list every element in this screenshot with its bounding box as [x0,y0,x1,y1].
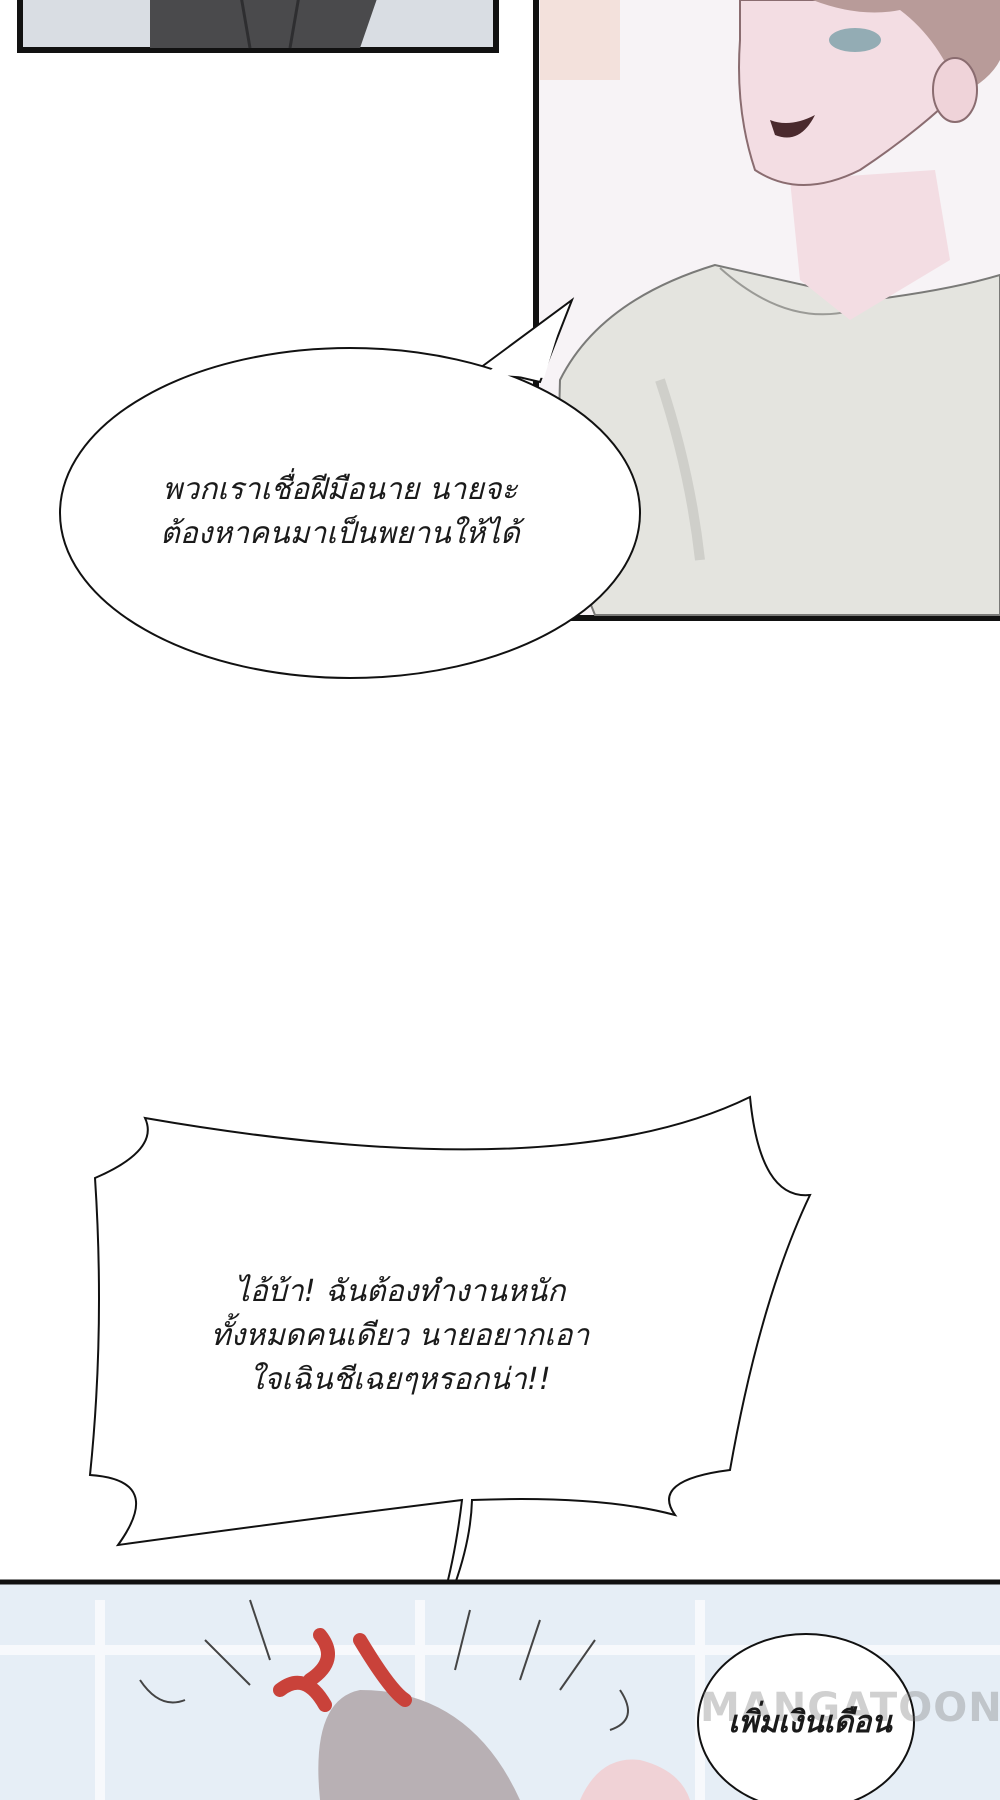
speech-bubble-3-line-1: เพิ่มเงินเดือน [728,1705,892,1740]
speech-bubble-1-line-1: พวกเราเชื่อฝีมือนาย นายจะ [162,472,518,507]
speech-bubble-1-text: พวกเราเชื่อฝีมือนาย นายจะ ต้องหาคนมาเป็น… [120,468,560,556]
speech-bubble-3-text: เพิ่มเงินเดือน [690,1703,930,1743]
comic-page-art [0,0,1000,1800]
character-eye [829,28,881,52]
speech-bubble-2-line-2: ทั้งหมดคนเดียว นายอยากเอา [210,1318,590,1353]
speech-bubble-2-line-3: ใจเฉินชีเฉยๆหรอกน่า!! [249,1362,551,1397]
speech-bubble-1-line-2: ต้องหาคนมาเป็นพยานให้ได้ [160,516,520,551]
panel-top-left [17,0,499,53]
speech-bubble-2-line-1: ไอ้บ้า! ฉันต้องทำงานหนัก [234,1274,566,1309]
speech-bubble-2-text: ไอ้บ้า! ฉันต้องทำงานหนัก ทั้งหมดคนเดียว … [180,1270,620,1402]
